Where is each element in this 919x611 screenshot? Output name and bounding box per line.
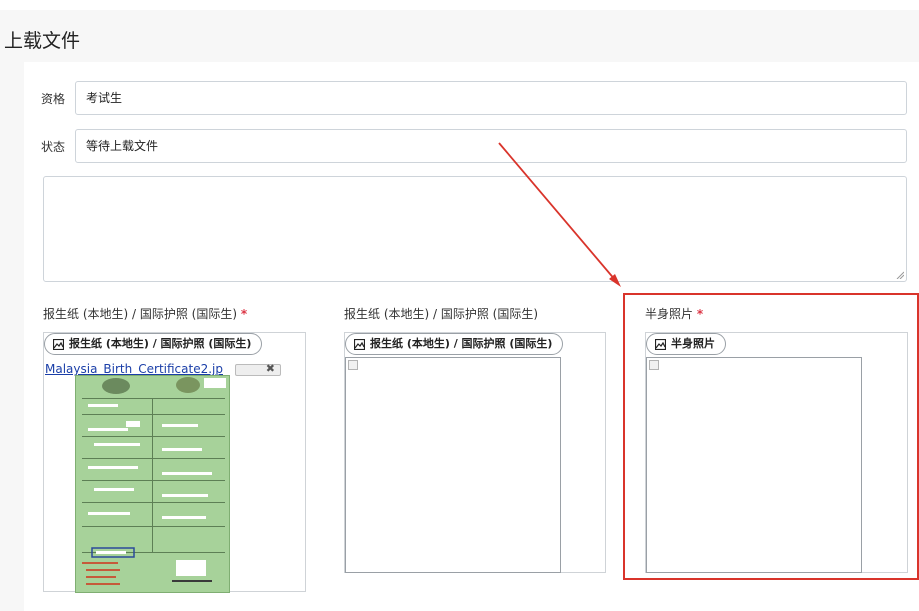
page-title: 上载文件	[4, 30, 81, 52]
upload-2-preview	[345, 357, 561, 573]
remove-file-button[interactable]: ✖	[235, 362, 281, 376]
upload-2-button[interactable]: 报生纸 (本地生) / 国际护照 (国际生)	[345, 333, 564, 355]
birth-certificate-preview	[75, 375, 230, 593]
status-label: 状态	[41, 140, 66, 154]
remarks-textarea[interactable]	[43, 176, 907, 282]
upload-1-button[interactable]: 报生纸 (本地生) / 国际护照 (国际生)	[44, 333, 263, 355]
qualification-label: 资格	[41, 92, 66, 106]
required-marker: *	[240, 307, 248, 321]
resize-grip-icon[interactable]	[896, 271, 904, 279]
annotation-highlight-box	[623, 293, 919, 580]
upload-1-label: 报生纸 (本地生) / 国际护照 (国际生) *	[43, 307, 248, 321]
close-icon: ✖	[265, 362, 275, 375]
status-field[interactable]: 等待上载文件	[75, 129, 907, 163]
upload-2-label: 报生纸 (本地生) / 国际护照 (国际生)	[344, 307, 539, 321]
image-icon	[354, 338, 365, 350]
certificate-illustration	[76, 376, 229, 592]
upload-2-box: 报生纸 (本地生) / 国际护照 (国际生)	[344, 332, 606, 573]
broken-image-icon	[348, 360, 358, 370]
qualification-field[interactable]: 考试生	[75, 81, 907, 115]
uploaded-file-link[interactable]: Malaysia_Birth_Certificate2.jp	[45, 362, 223, 376]
upload-1-box: 报生纸 (本地生) / 国际护照 (国际生) Malaysia_Birth_Ce…	[43, 332, 306, 593]
image-icon	[53, 338, 64, 350]
